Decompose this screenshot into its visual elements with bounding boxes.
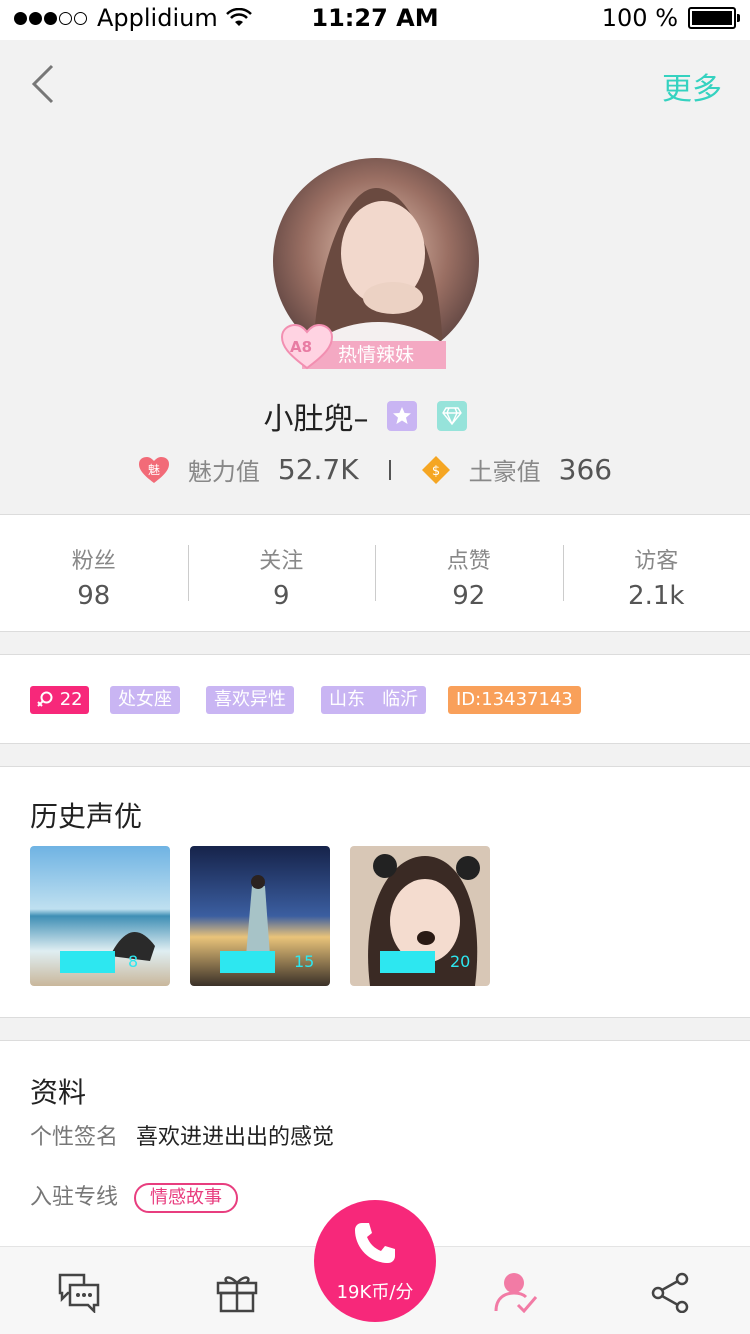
- stat-label: 关注: [259, 549, 304, 574]
- history-item-beach[interactable]: 8: [30, 846, 170, 986]
- battery-group: 100 %: [601, 4, 740, 32]
- charm-wealth-row: 魅 魅力值 52.7K $ 土豪值 366: [0, 452, 750, 487]
- level-badge: 热情辣妹 A8: [280, 324, 446, 370]
- followed-user-icon[interactable]: [494, 1271, 540, 1313]
- battery-percent: 100 %: [601, 4, 678, 32]
- history-section: 历史声优 8 15 20: [0, 766, 750, 1018]
- share-icon[interactable]: [648, 1271, 694, 1313]
- diamond-icon: [436, 401, 467, 431]
- star-icon: [386, 401, 417, 431]
- divider: [388, 459, 391, 480]
- tags-panel: 22 处女座 喜欢异性 山东 临沂 ID:13437143: [0, 654, 750, 744]
- more-button[interactable]: 更多: [662, 64, 722, 108]
- battery-icon: [688, 7, 740, 29]
- tag-location: 山东 临沂: [321, 686, 427, 714]
- section-title: 历史声优: [30, 800, 143, 833]
- back-chevron-icon[interactable]: [26, 62, 66, 106]
- section-title: 资料: [30, 1076, 87, 1109]
- age-value: 22: [59, 689, 83, 710]
- stat-following[interactable]: 关注 9: [187, 515, 376, 631]
- voice-bar: [60, 951, 115, 973]
- stat-label: 访客: [634, 549, 679, 574]
- status-bar: Applidium 11:27 AM 100 %: [0, 0, 750, 40]
- stats-panel: 粉丝 98 关注 9 点赞 92 访客 2.1k: [0, 514, 750, 632]
- stat-label: 点赞: [446, 549, 491, 574]
- stat-fans[interactable]: 粉丝 98: [0, 515, 188, 631]
- female-icon: [37, 691, 53, 707]
- phone-icon: [355, 1223, 395, 1263]
- svg-text:$: $: [431, 464, 439, 479]
- stat-visitors[interactable]: 访客 2.1k: [562, 515, 750, 631]
- voice-count: 20: [450, 952, 471, 971]
- stat-likes[interactable]: 点赞 92: [375, 515, 563, 631]
- coin-diamond-icon: $: [421, 455, 450, 484]
- signature-value: 喜欢进进出出的感觉: [136, 1125, 335, 1150]
- stat-value: 2.1k: [628, 581, 685, 611]
- call-button[interactable]: 19K币/分: [314, 1200, 436, 1322]
- level-title: 热情辣妹: [338, 344, 415, 366]
- level-code: A8: [290, 338, 313, 356]
- tag-id: ID:13437143: [448, 686, 581, 714]
- tag-zodiac: 处女座: [110, 686, 180, 714]
- charm-value: 52.7K: [277, 453, 359, 486]
- voice-count: 15: [294, 952, 315, 971]
- voice-bar: [220, 951, 275, 973]
- history-item-portrait[interactable]: 20: [350, 846, 490, 986]
- gift-icon[interactable]: [214, 1271, 260, 1313]
- call-price: 19K币/分: [336, 1282, 414, 1303]
- line-row: 入驻专线 情感故事: [30, 1179, 239, 1213]
- line-tag[interactable]: 情感故事: [134, 1183, 239, 1213]
- voice-bar: [380, 951, 435, 973]
- stat-value: 92: [452, 581, 486, 611]
- voice-count: 8: [128, 952, 139, 971]
- signature-label: 个性签名: [30, 1125, 119, 1150]
- wealth-value: 366: [558, 453, 613, 486]
- svg-text:魅: 魅: [148, 462, 160, 477]
- line-label: 入驻专线: [30, 1185, 119, 1210]
- signature-row: 个性签名 喜欢进进出出的感觉: [30, 1119, 334, 1151]
- charm-heart-icon: 魅: [138, 456, 169, 483]
- wealth-label: 土豪值: [468, 458, 541, 486]
- chat-icon[interactable]: [56, 1271, 102, 1313]
- history-item-night[interactable]: 15: [190, 846, 330, 986]
- stat-value: 98: [77, 581, 111, 611]
- user-name: 小肚兜–: [263, 402, 369, 437]
- charm-label: 魅力值: [187, 458, 260, 486]
- stat-value: 9: [272, 581, 290, 611]
- gender-age-tag: 22: [30, 686, 89, 714]
- name-row: 小肚兜–: [0, 394, 750, 438]
- stat-label: 粉丝: [71, 549, 116, 574]
- tag-orientation: 喜欢异性: [206, 686, 294, 714]
